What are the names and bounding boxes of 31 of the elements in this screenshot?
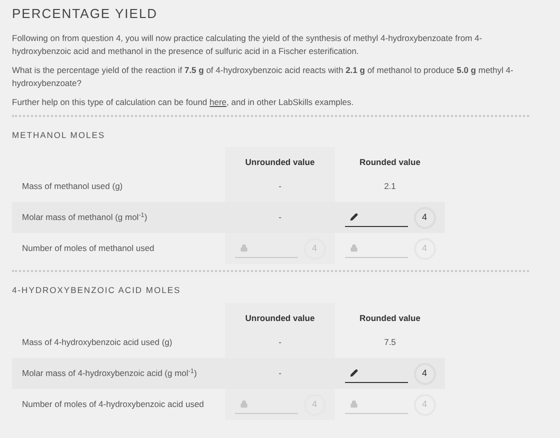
lock-icon bbox=[240, 400, 248, 408]
attempts-counter: 4 bbox=[414, 206, 436, 229]
help-text: Further help on this type of calculation can be found here, and in other LabSkills examples. bbox=[12, 96, 355, 108]
table-cell: 2.1 bbox=[384, 180, 396, 194]
row-label: Number of moles of methanol used bbox=[22, 243, 154, 254]
section-title: METHANOL MOLES bbox=[12, 128, 106, 142]
lock-icon bbox=[350, 244, 358, 252]
column-header: Rounded value bbox=[360, 156, 420, 169]
attempts-counter: 4 bbox=[414, 362, 436, 384]
pencil-icon bbox=[350, 369, 358, 377]
row-label: Molar mass of methanol (g mol$^{-1}$) bbox=[22, 212, 148, 222]
question-text: What is the percentage yield of the reaction if 7.5 g of 4-hydroxybenzoic acid reacts with 2.1 g of methanol to produce 5.0 g methyl 4-hydroxybenzoate? bbox=[12, 64, 514, 90]
pencil-icon bbox=[350, 213, 358, 222]
question-text: Following on from question 4, you will now practice calculating the yield of the synthesis of methyl 4-hydroxybenzoate from 4-hydroxybenzoic acid and methanol in the presence of sulfuric acid in a Fischer esterification. bbox=[12, 32, 484, 58]
table-cell: - bbox=[278, 211, 282, 224]
table-cell: - bbox=[278, 336, 282, 349]
row-label: Mass of methanol used (g) bbox=[22, 181, 123, 192]
table-cell: - bbox=[278, 367, 282, 380]
row-label: Number of moles of 4-hydroxybenzoic acid used bbox=[22, 399, 204, 410]
column-header: Rounded value bbox=[360, 312, 420, 324]
table-cell: 7.5 bbox=[384, 336, 396, 349]
section-title: 4-HYDROXYBENZOIC ACID MOLES bbox=[12, 284, 182, 297]
column-header: Unrounded value bbox=[245, 312, 315, 324]
row-label: Mass of 4-hydroxybenzoic acid used (g) bbox=[22, 337, 172, 348]
lock-icon bbox=[240, 244, 248, 252]
table-cell: - bbox=[278, 180, 282, 194]
lock-icon bbox=[350, 400, 358, 408]
page-title: PERCENTAGE YIELD bbox=[12, 5, 159, 23]
column-header: Unrounded value bbox=[245, 156, 315, 169]
row-label: Molar mass of 4-hydroxybenzoic acid (g mol$^{-1}$) bbox=[22, 368, 197, 378]
help-link[interactable]: here bbox=[210, 96, 227, 106]
